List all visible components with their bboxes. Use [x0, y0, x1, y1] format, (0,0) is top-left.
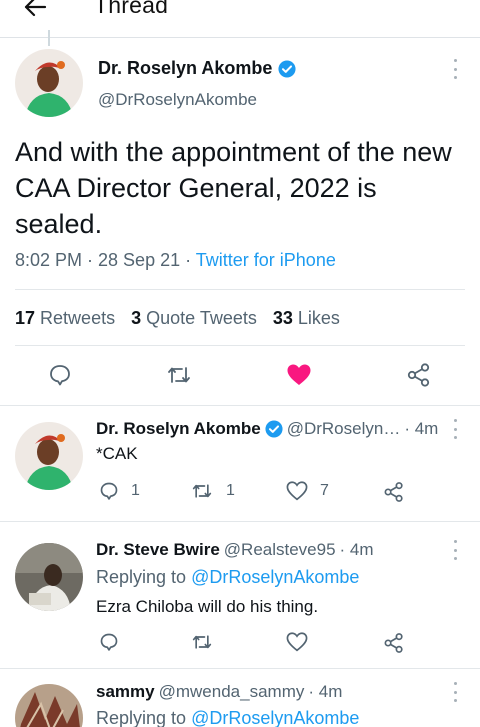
tweet-text: And with the appointment of the new CAA …	[15, 137, 452, 239]
share-button[interactable]	[383, 632, 405, 654]
retweet-button[interactable]	[190, 632, 214, 652]
top-bar: Thread	[0, 0, 480, 38]
avatar[interactable]	[15, 684, 83, 727]
profile-photo-icon	[15, 422, 83, 490]
engagement-stats: 17 Retweets 3 Quote Tweets 33 Likes	[15, 308, 340, 329]
author-name: Dr. Roselyn Akombe	[98, 58, 273, 78]
more-options-icon[interactable]	[446, 59, 464, 79]
more-options-icon[interactable]	[446, 682, 464, 702]
likes-stat[interactable]: 33 Likes	[273, 308, 340, 329]
divider	[0, 521, 480, 522]
divider	[15, 289, 465, 290]
reply-count: 1	[131, 482, 140, 499]
reply-button[interactable]	[43, 358, 77, 392]
more-options-icon[interactable]	[446, 419, 464, 439]
reply-icon	[50, 365, 70, 386]
tweet-meta: 8:02 PM · 28 Sep 21 · Twitter for iPhone	[15, 250, 336, 271]
reply-icon	[100, 633, 118, 651]
profile-photo-icon	[15, 543, 83, 611]
tweet-timestamp[interactable]: 8:02 PM · 28 Sep 21 ·	[15, 250, 196, 270]
share-icon	[407, 363, 430, 387]
divider	[0, 668, 480, 669]
heart-icon	[286, 481, 308, 501]
retweets-label: Retweets	[40, 308, 116, 328]
like-button[interactable]	[286, 632, 308, 652]
avatar[interactable]	[15, 49, 83, 117]
page-title: Thread	[94, 0, 169, 18]
back-button[interactable]	[20, 0, 50, 22]
retweet-button[interactable]: 1	[190, 481, 235, 501]
tweet-source[interactable]: Twitter for iPhone	[196, 250, 336, 270]
quotes-count: 3	[131, 308, 142, 328]
reply-author-handle: @mwenda_sammy	[158, 682, 305, 701]
reply-author-name: Dr. Steve Bwire	[96, 540, 220, 559]
author-handle[interactable]: @DrRoselynAkombe	[98, 90, 257, 110]
reply-header[interactable]: sammy @mwenda_sammy · 4m	[96, 682, 342, 702]
retweet-icon	[192, 635, 212, 649]
divider	[0, 405, 480, 406]
reply-text: Ezra Chiloba will do his thing.	[96, 597, 319, 616]
reply-button[interactable]	[99, 632, 119, 652]
thread-connector	[48, 30, 50, 46]
replying-to-link[interactable]: @DrRoselynAkombe	[191, 708, 359, 727]
retweets-count: 17	[15, 308, 36, 328]
verified-badge-icon	[278, 59, 296, 78]
arrow-left-icon	[24, 0, 47, 17]
retweet-count: 1	[226, 482, 235, 499]
reply-text: *CAK	[96, 444, 138, 463]
reply-time: · 4m	[308, 682, 343, 701]
reply-button[interactable]: 1	[99, 481, 140, 501]
share-button[interactable]	[402, 358, 436, 392]
more-options-icon[interactable]	[446, 540, 464, 560]
replying-to: Replying to @DrRoselynAkombe	[96, 708, 359, 727]
reply-author-handle: @DrRoselyn…	[286, 419, 401, 438]
like-button[interactable]: 7	[286, 481, 329, 501]
reply-icon	[100, 482, 118, 500]
heart-filled-icon	[287, 364, 311, 385]
reply-author-name: Dr. Roselyn Akombe	[96, 419, 261, 438]
verified-badge-icon	[265, 420, 283, 438]
likes-label: Likes	[297, 308, 340, 328]
profile-photo-icon	[15, 684, 83, 727]
share-icon	[384, 482, 403, 502]
reply-header[interactable]: Dr. Roselyn Akombe @DrRoselyn… · 4m	[96, 419, 438, 439]
avatar[interactable]	[15, 422, 83, 490]
heart-icon	[286, 632, 308, 652]
reply-author-handle: @Realsteve95	[223, 540, 336, 559]
retweets-stat[interactable]: 17 Retweets	[15, 308, 115, 329]
like-count: 7	[320, 482, 329, 499]
like-button[interactable]	[282, 358, 316, 392]
reply-author-name: sammy	[96, 682, 155, 701]
replying-label: Replying to	[96, 708, 187, 727]
quotes-stat[interactable]: 3 Quote Tweets	[131, 308, 257, 329]
profile-photo-icon	[15, 49, 83, 117]
avatar[interactable]	[15, 543, 83, 611]
retweet-button[interactable]	[162, 358, 196, 392]
retweet-icon	[168, 367, 190, 383]
share-button[interactable]	[383, 481, 405, 503]
replying-to-link[interactable]: @DrRoselynAkombe	[191, 567, 359, 587]
replying-label: Replying to	[96, 567, 187, 587]
author-name-row[interactable]: Dr. Roselyn Akombe	[98, 58, 296, 79]
divider	[15, 345, 465, 346]
reply-time: · 4m	[404, 419, 439, 438]
likes-count: 33	[272, 308, 293, 328]
tweet-actions	[0, 358, 480, 394]
share-icon	[384, 633, 403, 653]
retweet-icon	[192, 484, 212, 498]
quotes-label: Quote Tweets	[146, 308, 257, 328]
reply-header[interactable]: Dr. Steve Bwire @Realsteve95 · 4m	[96, 540, 374, 560]
replying-to: Replying to @DrRoselynAkombe	[96, 567, 359, 588]
reply-time: · 4m	[339, 540, 374, 559]
